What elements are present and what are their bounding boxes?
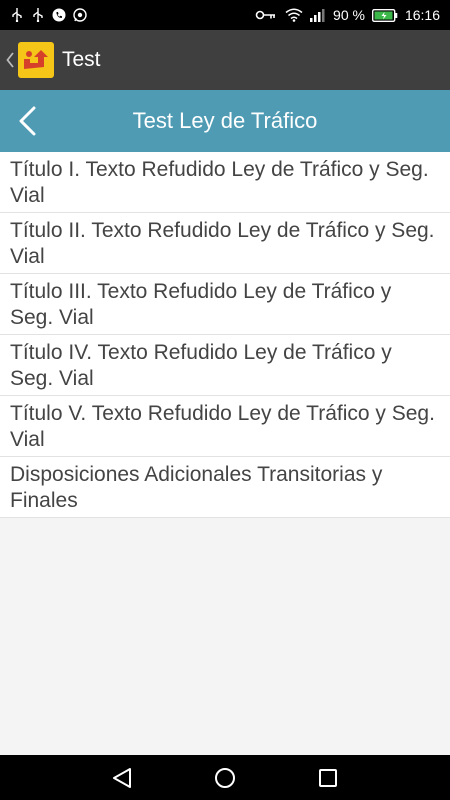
usb-icon	[31, 8, 45, 22]
whatsapp-icon	[73, 8, 87, 22]
list-item[interactable]: Título I. Texto Refudido Ley de Tráfico …	[0, 152, 450, 213]
page-header: Test Ley de Tráfico	[0, 90, 450, 152]
signal-icon	[310, 8, 326, 22]
back-triangle-icon[interactable]	[102, 758, 142, 798]
status-right: 90 % 16:16	[254, 7, 440, 23]
status-time: 16:16	[404, 7, 440, 23]
app-bar: Test	[0, 30, 450, 90]
app-title: Test	[62, 48, 101, 71]
phone-icon	[52, 8, 66, 22]
recents-square-icon[interactable]	[308, 758, 348, 798]
system-nav-bar	[0, 755, 450, 800]
battery-icon	[371, 8, 398, 22]
list-item[interactable]: Disposiciones Adicionales Transitorias y…	[0, 457, 450, 518]
status-bar: 90 % 16:16	[0, 0, 450, 30]
wifi-icon	[285, 8, 303, 22]
key-icon	[254, 8, 278, 22]
list-item[interactable]: Título IV. Texto Refudido Ley de Tráfico…	[0, 335, 450, 396]
home-circle-icon[interactable]	[205, 758, 245, 798]
app-up-chevron-icon[interactable]	[2, 30, 18, 90]
status-left	[10, 8, 87, 22]
app-logo-icon[interactable]	[18, 42, 54, 78]
list-item[interactable]: Título III. Texto Refudido Ley de Tráfic…	[0, 274, 450, 335]
list-item[interactable]: Título V. Texto Refudido Ley de Tráfico …	[0, 396, 450, 457]
page-title: Test Ley de Tráfico	[132, 108, 318, 133]
battery-percent: 90 %	[333, 7, 365, 23]
back-chevron-icon[interactable]	[12, 90, 42, 152]
usb-icon	[10, 8, 24, 22]
list-item[interactable]: Título II. Texto Refudido Ley de Tráfico…	[0, 213, 450, 274]
section-list: Título I. Texto Refudido Ley de Tráfico …	[0, 152, 450, 518]
